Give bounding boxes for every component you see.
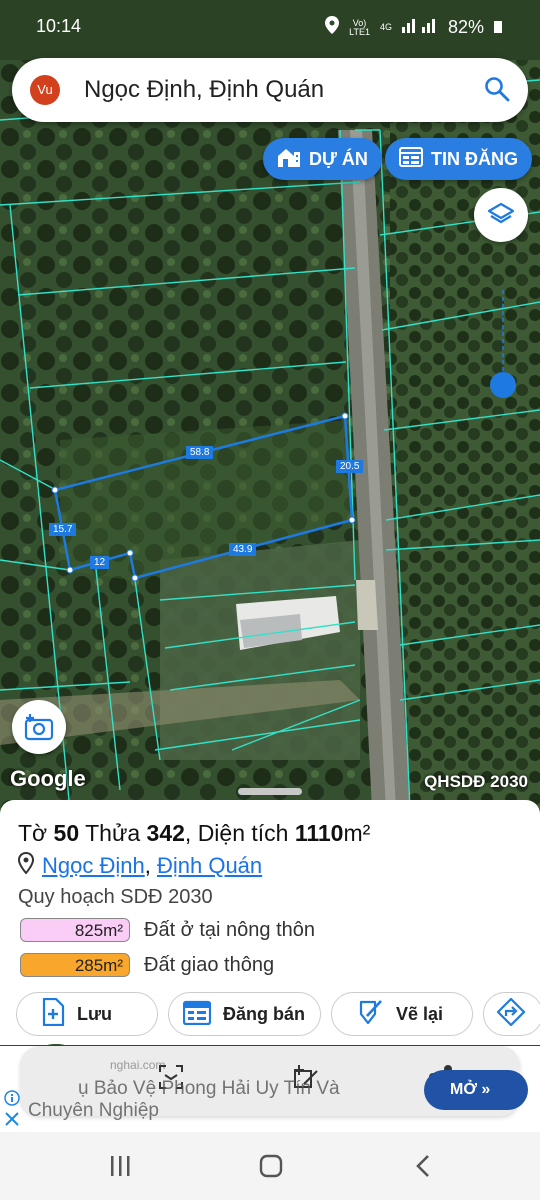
du-an-button[interactable]: DỰ ÁN xyxy=(263,138,382,180)
land-use-row: 825m² Đất ở tại nông thôn xyxy=(20,917,315,943)
edge-label-left: 15.7 xyxy=(49,523,77,536)
district-link[interactable]: Định Quán xyxy=(157,853,262,878)
search-bar[interactable]: Vu Ngọc Định, Định Quán xyxy=(12,58,528,122)
plan-title: Quy hoạch SDĐ 2030 xyxy=(18,886,213,908)
land-use-label: Đất ở tại nông thôn xyxy=(144,918,316,941)
location-status-icon xyxy=(325,16,340,39)
ad-close-icon[interactable] xyxy=(5,1112,19,1131)
search-query[interactable]: Ngọc Định, Định Quán xyxy=(84,76,324,104)
edge-label-right: 20.5 xyxy=(336,460,364,473)
location-pin-icon xyxy=(17,851,35,880)
redraw-button[interactable]: Vẽ lại xyxy=(331,992,473,1036)
redraw-label: Vẽ lại xyxy=(396,1003,444,1024)
edit-shield-icon xyxy=(356,998,384,1031)
volte-indicator: Vo) LTE1 xyxy=(349,17,370,37)
status-bar: 10:14 Vo) LTE1 4G 82% xyxy=(0,0,540,52)
save-button[interactable]: Lưu xyxy=(16,992,158,1036)
calendar-icon xyxy=(182,999,212,1030)
layers-button[interactable] xyxy=(474,188,528,242)
google-attribution: Google xyxy=(10,766,86,791)
ad-banner[interactable]: nghai.com ụ Bảo Vệ Phong Hải Uy Tín Và C… xyxy=(0,1044,540,1132)
land-use-label: Đất giao thông xyxy=(144,953,275,976)
add-photo-icon xyxy=(24,713,56,746)
building-icon xyxy=(277,146,301,173)
network-type: 4G xyxy=(379,22,392,32)
ad-info-icon[interactable] xyxy=(4,1090,20,1111)
parcel-info-sheet: Tờ 50 Thửa 342, Diện tích 1110m² Ngọc Đị… xyxy=(0,788,540,1045)
edge-label-short: 12 xyxy=(90,556,110,569)
post-sale-label: Đăng bán xyxy=(223,1003,306,1024)
land-use-area: 285m² xyxy=(20,953,130,977)
layers-icon xyxy=(487,201,515,234)
ad-headline-2: Chuyên Nghiệp xyxy=(28,1100,159,1121)
edge-label-bottom: 43.9 xyxy=(229,543,257,556)
clock: 10:14 xyxy=(36,16,82,36)
back-icon[interactable] xyxy=(414,1154,432,1183)
save-label: Lưu xyxy=(77,1003,113,1024)
land-use-area: 825m² xyxy=(20,918,130,942)
post-sale-button[interactable]: Đăng bán xyxy=(168,992,321,1036)
battery-icon xyxy=(494,17,502,38)
directions-icon xyxy=(496,997,526,1032)
search-icon[interactable] xyxy=(484,76,510,107)
location-dot xyxy=(490,372,516,398)
listing-icon xyxy=(399,146,423,172)
parcel-location: Ngọc Định, Định Quán xyxy=(17,851,262,880)
ad-headline: ụ Bảo Vệ Phong Hải Uy Tín Và xyxy=(78,1078,340,1099)
recent-apps-icon[interactable] xyxy=(110,1156,132,1181)
directions-button[interactable] xyxy=(483,992,540,1036)
signal-icon xyxy=(401,17,438,38)
avatar[interactable]: Vu xyxy=(30,75,60,105)
edge-label-top: 58.8 xyxy=(186,446,214,459)
ad-open-button[interactable]: MỞ » xyxy=(424,1070,528,1110)
layer-label: QHSDĐ 2030 xyxy=(424,772,528,791)
du-an-label: DỰ ÁN xyxy=(309,148,368,169)
home-icon[interactable] xyxy=(259,1154,283,1183)
sheet-handle[interactable] xyxy=(238,788,302,795)
tin-dang-label: TIN ĐĂNG xyxy=(431,148,518,169)
system-nav-bar xyxy=(0,1132,540,1200)
commune-link[interactable]: Ngọc Định xyxy=(42,853,145,878)
add-file-icon xyxy=(41,997,65,1031)
camera-button[interactable] xyxy=(12,700,66,754)
land-use-row: 285m² Đất giao thông xyxy=(20,952,274,978)
parcel-title: Tờ 50 Thửa 342, Diện tích 1110m² xyxy=(18,820,371,846)
battery-percent: 82% xyxy=(447,17,484,37)
tin-dang-button[interactable]: TIN ĐĂNG xyxy=(385,138,532,180)
